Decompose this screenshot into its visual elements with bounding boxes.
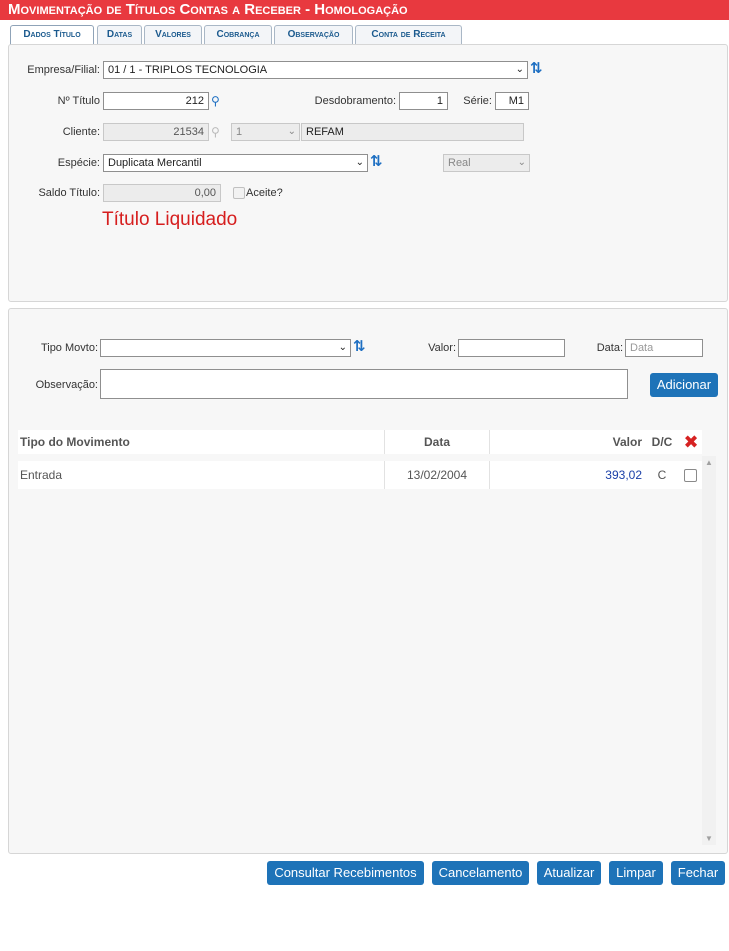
- refresh-icon[interactable]: ⇅: [370, 154, 384, 170]
- titulo-input[interactable]: 212: [103, 92, 209, 110]
- especie-select[interactable]: Duplicata Mercantil ⌄: [103, 154, 368, 172]
- cell-tipo: Entrada: [20, 468, 63, 482]
- moeda-value: Real: [448, 157, 471, 169]
- chevron-down-icon: ⌄: [287, 126, 296, 137]
- header-valor: Valor: [612, 435, 642, 449]
- tab-cobranca[interactable]: Cobrança: [204, 25, 272, 44]
- add-button[interactable]: Adicionar: [650, 373, 718, 397]
- table-row[interactable]: Entrada 13/02/2004 393,02 C: [18, 461, 702, 489]
- chevron-down-icon: ⌄: [517, 157, 526, 168]
- header-tipo: Tipo do Movimento: [20, 435, 130, 449]
- tab-conta-receita[interactable]: Conta de Receita: [355, 25, 462, 44]
- header-dc: D/C: [651, 435, 673, 449]
- empresa-select[interactable]: 01 / 1 - TRIPLOS TECNOLOGIA ⌄: [103, 61, 528, 79]
- valor-label: Valor:: [428, 342, 456, 354]
- dados-titulo-panel: [8, 44, 728, 302]
- tab-dados-titulo[interactable]: Dados Título: [10, 25, 94, 45]
- table-scrollbar[interactable]: ▲ ▼: [702, 456, 716, 845]
- aceite-checkbox: [233, 187, 245, 199]
- cliente-label: Cliente:: [62, 126, 100, 138]
- aceite-label: Aceite?: [246, 187, 283, 199]
- desdobramento-input[interactable]: 1: [399, 92, 448, 110]
- especie-value: Duplicata Mercantil: [108, 157, 202, 169]
- window-title: Movimentação de Títulos Contas a Receber…: [0, 0, 729, 20]
- cancelamento-button[interactable]: Cancelamento: [432, 861, 529, 885]
- tab-observacao[interactable]: Observação: [274, 25, 353, 44]
- chevron-down-icon: ⌄: [338, 342, 347, 353]
- chevron-down-icon: ⌄: [355, 157, 364, 168]
- empresa-label: Empresa/Filial:: [27, 64, 100, 76]
- cliente-name-field: REFAM: [301, 123, 524, 141]
- especie-label: Espécie:: [57, 157, 100, 169]
- serie-input[interactable]: M1: [495, 92, 529, 110]
- tab-valores[interactable]: Valores: [144, 25, 202, 44]
- empresa-value: 01 / 1 - TRIPLOS TECNOLOGIA: [108, 64, 268, 76]
- cliente-seq-select: 1 ⌄: [231, 123, 300, 141]
- saldo-label: Saldo Título:: [38, 187, 100, 199]
- cell-data: 13/02/2004: [406, 468, 468, 482]
- scroll-down-icon[interactable]: ▼: [705, 834, 713, 843]
- scroll-up-icon[interactable]: ▲: [705, 458, 713, 467]
- cliente-code-input: 21534: [103, 123, 209, 141]
- refresh-icon[interactable]: ⇅: [353, 339, 367, 355]
- chevron-down-icon: ⌄: [515, 64, 524, 75]
- titulo-label: Nº Título: [57, 95, 100, 107]
- row-select-checkbox[interactable]: [684, 469, 697, 482]
- observacao-textarea[interactable]: [100, 369, 628, 399]
- desdobramento-label: Desdobramento:: [314, 95, 396, 107]
- tipo-movto-select[interactable]: ⌄: [100, 339, 351, 357]
- status-text: Título Liquidado: [102, 209, 238, 230]
- cell-valor: 393,02: [605, 468, 642, 482]
- search-icon[interactable]: ⚲: [211, 94, 225, 108]
- saldo-field: 0,00: [103, 184, 221, 202]
- refresh-icon[interactable]: ⇅: [530, 61, 544, 77]
- consultar-recebimentos-button[interactable]: Consultar Recebimentos: [267, 861, 424, 885]
- valor-input[interactable]: [458, 339, 565, 357]
- data-input[interactable]: Data: [625, 339, 703, 357]
- serie-label: Série:: [463, 95, 492, 107]
- observacao-label: Observação:: [35, 379, 98, 391]
- fechar-button[interactable]: Fechar: [671, 861, 725, 885]
- cell-dc: C: [657, 468, 667, 482]
- data-label: Data:: [596, 342, 623, 354]
- table-header: Tipo do Movimento Data Valor D/C ✖: [18, 430, 702, 454]
- limpar-button[interactable]: Limpar: [609, 861, 663, 885]
- atualizar-button[interactable]: Atualizar: [537, 861, 601, 885]
- header-data: Data: [423, 435, 450, 449]
- delete-x-icon[interactable]: ✖: [681, 430, 701, 454]
- moeda-select: Real ⌄: [443, 154, 530, 172]
- cliente-seq-value: 1: [236, 126, 243, 138]
- tab-datas[interactable]: Datas: [97, 25, 142, 44]
- tipo-movto-label: Tipo Movto:: [40, 342, 98, 354]
- search-icon-disabled: ⚲: [211, 125, 220, 139]
